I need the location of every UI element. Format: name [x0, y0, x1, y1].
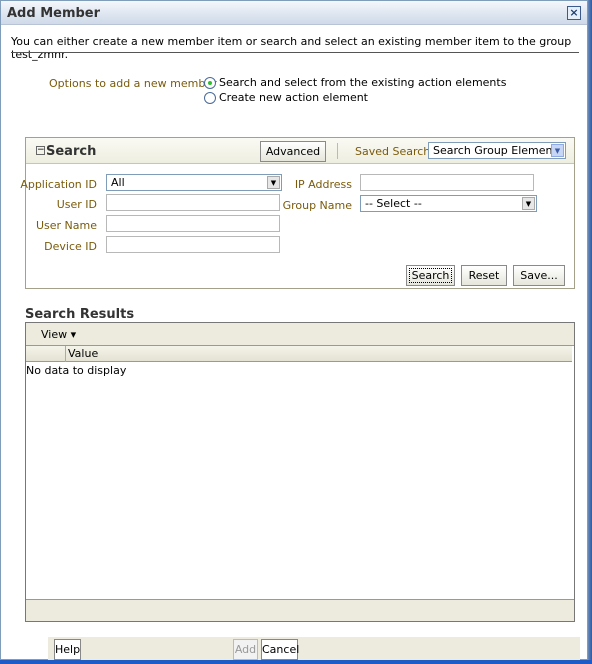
radio-label: Search and select from the existing acti… [219, 76, 507, 89]
column-header-value[interactable]: Value [68, 347, 98, 360]
window-edge [588, 0, 592, 664]
add-member-dialog: Add Member × You can either create a new… [0, 0, 588, 661]
chevron-down-icon[interactable]: ▼ [551, 144, 564, 157]
device-id-label: Device ID [44, 240, 97, 253]
search-panel: − Search Advanced Saved Search Search Gr… [20, 137, 575, 289]
ip-address-label: IP Address [294, 178, 352, 191]
search-button[interactable]: Search [406, 265, 455, 286]
taskbar-edge [0, 660, 592, 664]
saved-search-label: Saved Search [355, 145, 431, 158]
advanced-button[interactable]: Advanced [260, 141, 326, 162]
options-label: Options to add a new member [49, 77, 217, 90]
results-table: View ▾ Value No data to display [25, 322, 575, 622]
results-toolbar: View ▾ [26, 323, 574, 346]
search-header: − Search Advanced Saved Search Search Gr… [26, 138, 574, 164]
radio-create-new[interactable]: Create new action element [204, 91, 368, 104]
application-id-label: Application ID [20, 178, 97, 191]
title-bar[interactable]: Add Member × [1, 1, 587, 25]
user-name-input[interactable] [106, 215, 280, 232]
help-button[interactable]: Help [54, 639, 81, 660]
radio-label: Create new action element [219, 91, 368, 104]
collapse-icon[interactable]: − [36, 146, 45, 155]
dialog-footer: Help Add Cancel [48, 637, 580, 661]
user-name-label: User Name [35, 219, 97, 232]
column-header-select[interactable] [26, 346, 66, 362]
table-header: Value [26, 346, 572, 362]
radio-selected-icon[interactable] [204, 76, 216, 89]
view-menu[interactable]: View ▾ [41, 328, 76, 341]
intro-text: You can either create a new member item … [11, 35, 572, 61]
application-id-select[interactable]: All ▼ [106, 174, 282, 191]
cancel-button[interactable]: Cancel [261, 639, 299, 660]
chevron-down-icon[interactable]: ▼ [522, 197, 535, 210]
separator [337, 143, 338, 159]
user-id-input[interactable] [106, 194, 280, 211]
device-id-input[interactable] [106, 236, 280, 253]
search-results-title: Search Results [25, 307, 135, 322]
radio-unselected-icon[interactable] [204, 91, 216, 104]
empty-message: No data to display [26, 364, 127, 377]
search-title: Search [46, 144, 97, 159]
group-name-label: Group Name [282, 199, 352, 212]
add-button[interactable]: Add [233, 639, 258, 660]
results-footer [26, 599, 574, 621]
close-icon[interactable]: × [567, 6, 581, 20]
radio-search-existing[interactable]: Search and select from the existing acti… [204, 76, 506, 89]
saved-search-select[interactable]: Search Group Elements ▼ [428, 142, 566, 159]
ip-address-input[interactable] [360, 174, 534, 191]
dialog-title: Add Member [7, 6, 101, 21]
group-name-select[interactable]: -- Select -- ▼ [360, 195, 537, 212]
divider [11, 52, 579, 53]
user-id-label: User ID [56, 198, 97, 211]
reset-button[interactable]: Reset [461, 265, 507, 286]
save-button[interactable]: Save... [513, 265, 565, 286]
